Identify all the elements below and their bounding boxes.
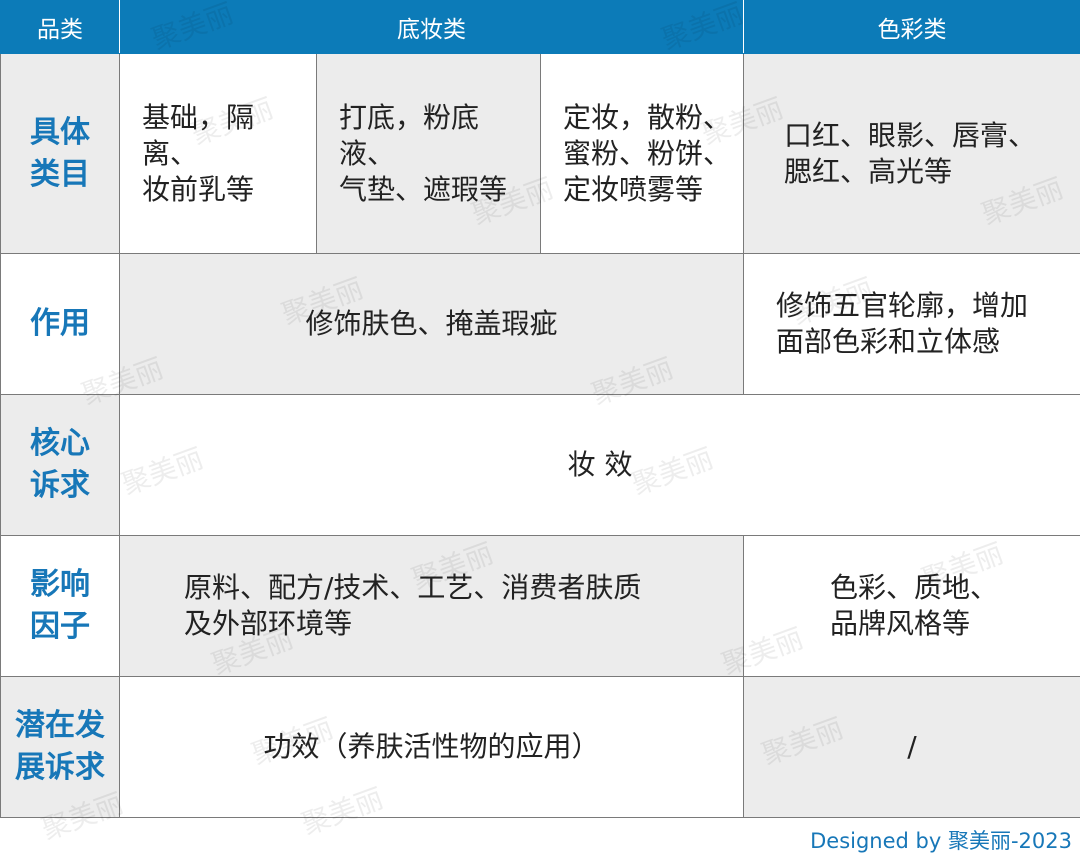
header-category: 品类	[0, 0, 120, 54]
row-potential-demand: 潜在发 展诉求 功效（养肤活性物的应用） /	[0, 676, 1080, 818]
row-label-function: 作用	[0, 253, 120, 395]
row-label-core-demand: 核心 诉求	[0, 394, 120, 536]
row-influence-factors: 影响 因子 原料、配方/技术、工艺、消费者肤质 及外部环境等 色彩、质地、 品牌…	[0, 535, 1080, 677]
cell-base-primer: 基础，隔离、 妆前乳等	[119, 53, 317, 254]
row-label-specific-items: 具体 类目	[0, 53, 120, 254]
makeup-category-table: 品类 底妆类 色彩类 具体 类目 基础，隔离、 妆前乳等 打底，粉底液、 气垫、…	[0, 0, 1080, 818]
header-color-makeup: 色彩类	[743, 0, 1080, 54]
row-label-influence-factors: 影响 因子	[0, 535, 120, 677]
cell-color-items: 口红、眼影、唇膏、 腮红、高光等	[743, 53, 1080, 254]
row-specific-items: 具体 类目 基础，隔离、 妆前乳等 打底，粉底液、 气垫、遮瑕等 定妆，散粉、 …	[0, 53, 1080, 254]
header-base-makeup: 底妆类	[118, 0, 745, 54]
cell-color-function: 修饰五官轮廓，增加 面部色彩和立体感	[743, 253, 1080, 395]
designer-credit: Designed by 聚美丽-2023	[810, 829, 1072, 853]
cell-core-demand: 妆 效	[118, 394, 1080, 536]
row-core-demand: 核心 诉求 妆 效	[0, 394, 1080, 536]
row-label-potential-demand: 潜在发 展诉求	[0, 676, 120, 818]
cell-base-influence: 原料、配方/技术、工艺、消费者肤质 及外部环境等	[118, 535, 745, 677]
cell-color-potential: /	[743, 676, 1080, 818]
cell-base-function: 修饰肤色、掩盖瑕疵	[118, 253, 745, 395]
cell-base-foundation: 打底，粉底液、 气垫、遮瑕等	[316, 53, 541, 254]
cell-color-influence: 色彩、质地、 品牌风格等	[743, 535, 1080, 677]
row-function: 作用 修饰肤色、掩盖瑕疵 修饰五官轮廓，增加 面部色彩和立体感	[0, 253, 1080, 395]
cell-base-setting: 定妆，散粉、 蜜粉、粉饼、 定妆喷雾等	[539, 53, 745, 254]
cell-base-potential: 功效（养肤活性物的应用）	[118, 676, 745, 818]
header-row: 品类 底妆类 色彩类	[0, 0, 1080, 54]
